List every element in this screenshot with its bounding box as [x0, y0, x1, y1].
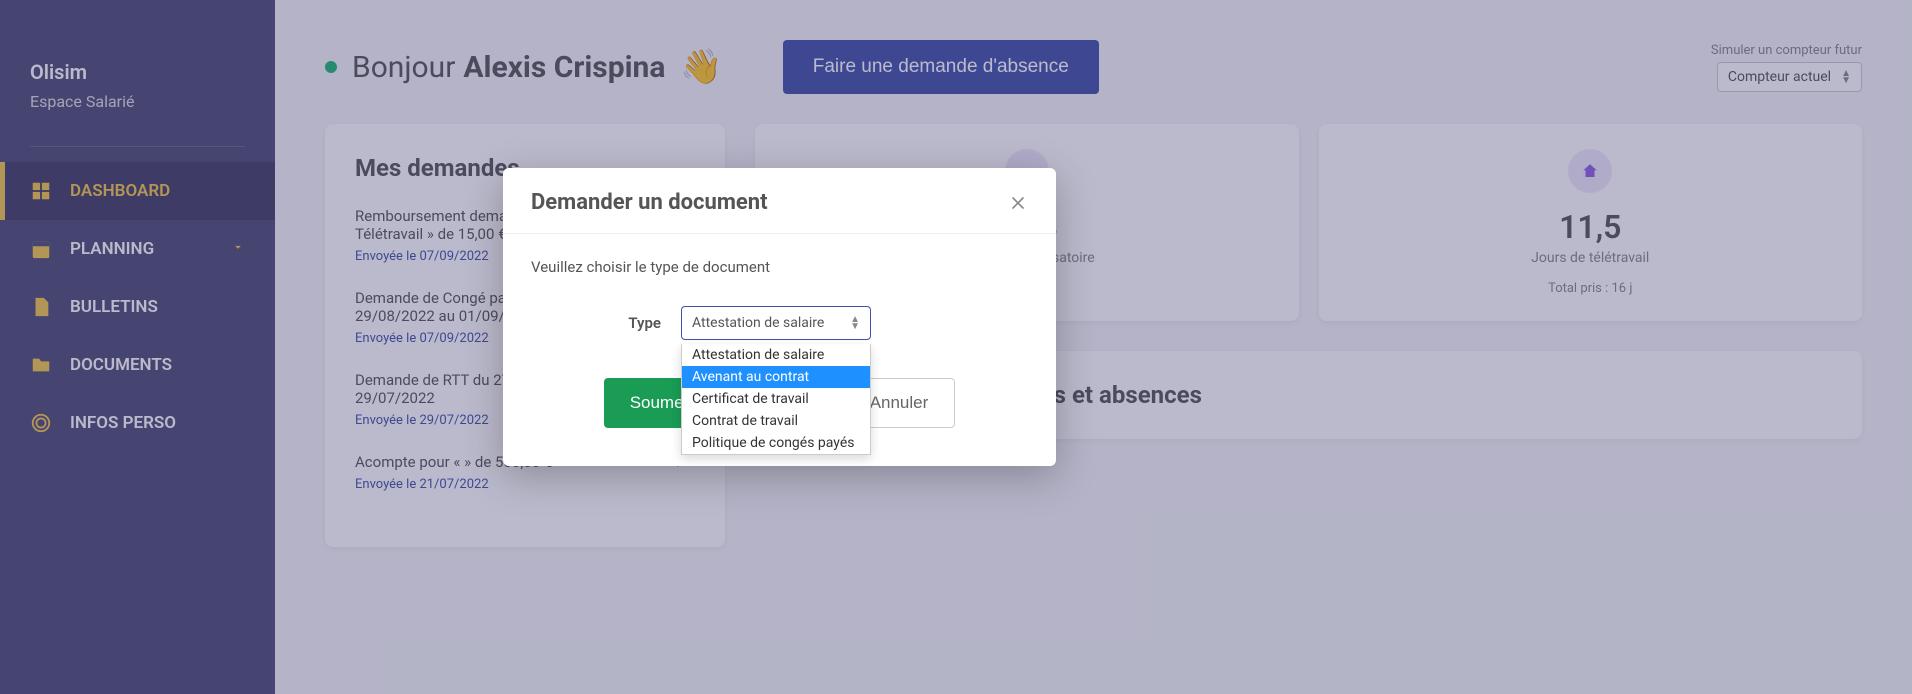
- type-selected-value: Attestation de salaire: [692, 315, 824, 331]
- type-select-wrap: Attestation de salaire ▲▼ Attestation de…: [681, 306, 871, 340]
- request-document-modal: Demander un document Veuillez choisir le…: [503, 168, 1056, 466]
- type-form-row: Type Attestation de salaire ▲▼ Attestati…: [531, 306, 1028, 340]
- select-arrows-icon: ▲▼: [850, 316, 860, 330]
- modal-intro-text: Veuillez choisir le type de document: [531, 258, 1028, 276]
- dropdown-option[interactable]: Avenant au contrat: [682, 366, 870, 388]
- dropdown-option[interactable]: Contrat de travail: [682, 410, 870, 432]
- type-select[interactable]: Attestation de salaire ▲▼: [681, 306, 871, 340]
- close-icon[interactable]: [1008, 193, 1028, 213]
- modal-title: Demander un document: [531, 190, 768, 215]
- dropdown-option[interactable]: Attestation de salaire: [682, 344, 870, 366]
- type-dropdown-list: Attestation de salaire Avenant au contra…: [681, 344, 871, 455]
- dropdown-option[interactable]: Certificat de travail: [682, 388, 870, 410]
- modal-body: Veuillez choisir le type de document Typ…: [503, 234, 1056, 466]
- type-label: Type: [531, 314, 681, 332]
- dropdown-option[interactable]: Politique de congés payés: [682, 432, 870, 454]
- modal-header: Demander un document: [503, 168, 1056, 234]
